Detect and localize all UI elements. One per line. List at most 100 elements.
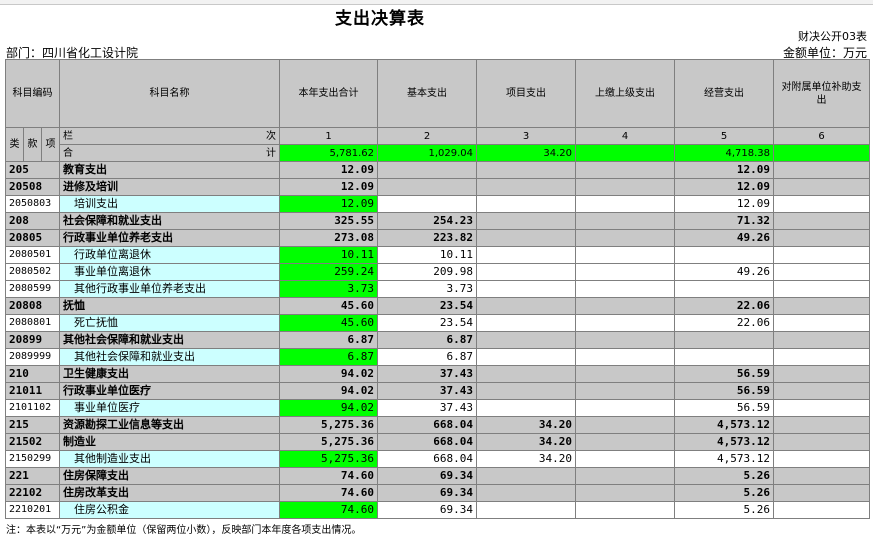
table-row: 20508 进修及培训 12.09 12.09	[5, 178, 870, 196]
table-row: 21502 制造业 5,275.36 668.04 34.20 4,573.12	[5, 433, 870, 451]
col-num-6: 6	[773, 127, 870, 145]
amount-total-cell: 6.87	[279, 348, 378, 366]
table-row: 20899 其他社会保障和就业支出 6.87 6.87	[5, 331, 870, 349]
subject-name-cell: 住房改革支出	[59, 484, 280, 502]
subject-code-cell: 21011	[5, 382, 60, 400]
amount-business-cell: 49.26	[674, 263, 774, 281]
amount-project-cell	[476, 212, 576, 230]
amount-project-cell	[476, 229, 576, 247]
col-num-2: 2	[377, 127, 477, 145]
table-row: 210 卫生健康支出 94.02 37.43 56.59	[5, 365, 870, 383]
header-upper: 上缴上级支出	[575, 59, 675, 128]
table-row: 2080502 事业单位离退休 259.24 209.98 49.26	[5, 263, 870, 281]
subject-code-cell: 210	[5, 365, 60, 383]
subject-code-cell: 208	[5, 212, 60, 230]
subject-code-cell: 2050803	[5, 195, 60, 213]
amount-total-cell: 6.87	[279, 331, 378, 349]
amount-project-cell	[476, 484, 576, 502]
amount-subsidy-cell	[773, 467, 870, 485]
subject-name-cell: 抚恤	[59, 297, 280, 315]
amount-total-cell: 12.09	[279, 195, 378, 213]
header-basic: 基本支出	[377, 59, 477, 128]
amount-subsidy-cell	[773, 314, 870, 332]
subject-name-cell: 死亡抚恤	[59, 314, 280, 332]
amount-basic-cell: 6.87	[377, 348, 477, 366]
lanci-cell: 栏次	[59, 127, 280, 145]
amount-subsidy-cell	[773, 433, 870, 451]
subject-code-cell: 22102	[5, 484, 60, 502]
amount-basic-cell: 69.34	[377, 484, 477, 502]
amount-project-cell	[476, 280, 576, 298]
table-row: 2080801 死亡抚恤 45.60 23.54 22.06	[5, 314, 870, 332]
amount-total-cell: 5,275.36	[279, 416, 378, 434]
amount-business-cell: 5.26	[674, 467, 774, 485]
amount-upper-cell	[575, 433, 675, 451]
amount-total-cell: 94.02	[279, 399, 378, 417]
amount-business-cell	[674, 348, 774, 366]
table-row: 208 社会保障和就业支出 325.55 254.23 71.32	[5, 212, 870, 230]
subject-name-cell: 住房公积金	[59, 501, 280, 519]
subject-code-cell: 2210201	[5, 501, 60, 519]
amount-subsidy-cell	[773, 450, 870, 468]
amount-business-cell: 5.26	[674, 501, 774, 519]
subject-code-cell: 2150299	[5, 450, 60, 468]
amount-project-cell	[476, 178, 576, 196]
subject-code-cell: 221	[5, 467, 60, 485]
subject-name-cell: 卫生健康支出	[59, 365, 280, 383]
table-row: 2080501 行政单位离退休 10.11 10.11	[5, 246, 870, 264]
amount-basic-cell: 668.04	[377, 416, 477, 434]
amount-total-cell: 94.02	[279, 382, 378, 400]
amount-total-cell: 74.60	[279, 467, 378, 485]
amount-upper-cell	[575, 314, 675, 332]
amount-subsidy-cell	[773, 348, 870, 366]
amount-project-cell	[476, 246, 576, 264]
table-row: 221 住房保障支出 74.60 69.34 5.26	[5, 467, 870, 485]
subject-code-cell: 215	[5, 416, 60, 434]
amount-upper-cell	[575, 348, 675, 366]
amount-project-cell	[476, 348, 576, 366]
amount-basic-cell: 10.11	[377, 246, 477, 264]
col-num-1: 1	[279, 127, 378, 145]
amount-business-cell: 22.06	[674, 297, 774, 315]
amount-total-cell: 10.11	[279, 246, 378, 264]
amount-total-cell: 45.60	[279, 314, 378, 332]
amount-total-cell: 94.02	[279, 365, 378, 383]
amount-upper-cell	[575, 280, 675, 298]
amount-project-cell: 34.20	[476, 416, 576, 434]
amount-business-cell	[674, 280, 774, 298]
table-row: 20808 抚恤 45.60 23.54 22.06	[5, 297, 870, 315]
amount-basic-cell: 37.43	[377, 382, 477, 400]
amount-business-cell: 71.32	[674, 212, 774, 230]
amount-total-cell: 5,275.36	[279, 433, 378, 451]
header-kuan: 款	[23, 127, 42, 162]
subject-code-cell: 20808	[5, 297, 60, 315]
table-row: 2210201 住房公积金 74.60 69.34 5.26	[5, 501, 870, 519]
total-total: 5,781.62	[279, 144, 378, 162]
amount-upper-cell	[575, 450, 675, 468]
amount-subsidy-cell	[773, 229, 870, 247]
amount-subsidy-cell	[773, 382, 870, 400]
amount-basic-cell: 209.98	[377, 263, 477, 281]
amount-business-cell: 12.09	[674, 178, 774, 196]
amount-business-cell: 56.59	[674, 399, 774, 417]
amount-project-cell	[476, 382, 576, 400]
amount-upper-cell	[575, 467, 675, 485]
amount-business-cell: 56.59	[674, 365, 774, 383]
subject-name-cell: 其他社会保障和就业支出	[59, 331, 280, 349]
amount-upper-cell	[575, 484, 675, 502]
subject-code-cell: 2101102	[5, 399, 60, 417]
amount-upper-cell	[575, 382, 675, 400]
header-project: 项目支出	[476, 59, 576, 128]
amount-subsidy-cell	[773, 246, 870, 264]
header-code: 科目编码	[5, 59, 60, 128]
table-row: 2080599 其他行政事业单位养老支出 3.73 3.73	[5, 280, 870, 298]
amount-basic-cell: 668.04	[377, 450, 477, 468]
header-lei: 类	[5, 127, 24, 162]
amount-subsidy-cell	[773, 399, 870, 417]
subject-code-cell: 2080502	[5, 263, 60, 281]
amount-subsidy-cell	[773, 484, 870, 502]
total-basic: 1,029.04	[377, 144, 477, 162]
amount-upper-cell	[575, 501, 675, 519]
amount-business-cell: 12.09	[674, 195, 774, 213]
subject-name-cell: 教育支出	[59, 161, 280, 179]
